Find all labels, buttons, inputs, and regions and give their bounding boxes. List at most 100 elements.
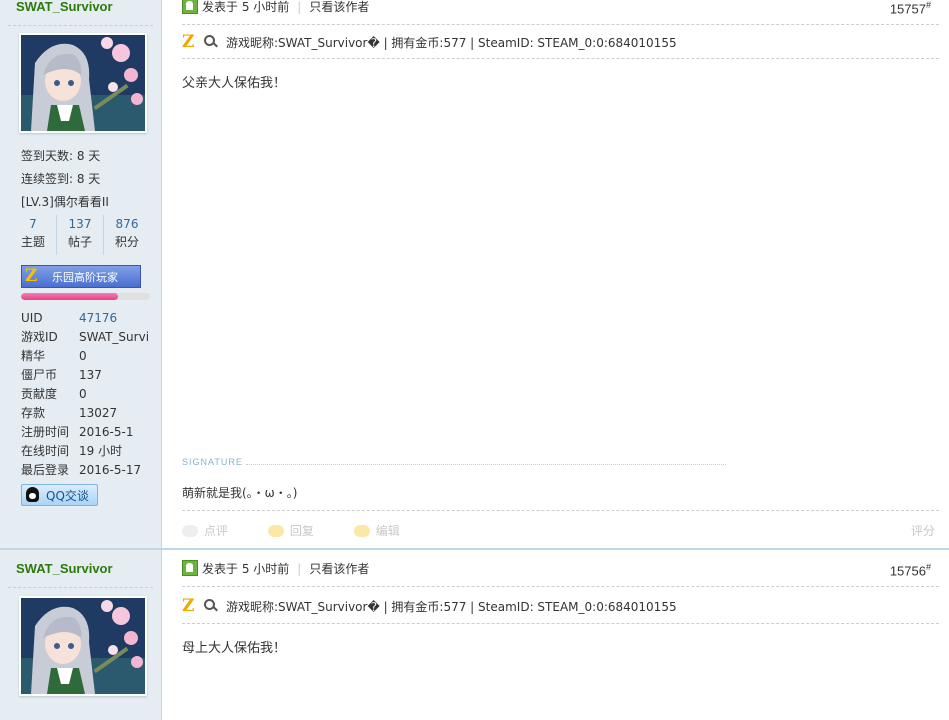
floor-number[interactable]: 15756#: [890, 562, 931, 578]
detail-row: 贡献度 0: [21, 385, 149, 404]
post: SWAT_Survivor 发表于 5 小时前 | 只看该作者 15756# Z…: [0, 550, 949, 720]
author-sidebar: SWAT_Survivor 签到天数: 8 天 连续签到: 8 天 [LV.3]…: [0, 0, 162, 548]
count-threads-value: 7: [29, 217, 37, 231]
post-content: 父亲大人保佑我！: [182, 76, 287, 91]
user-counts: 7 主题 137 帖子 876 积分: [10, 215, 150, 255]
posted-time: 发表于 5 小时前: [202, 0, 290, 14]
avatar-image: [21, 598, 145, 694]
detail-key: 贡献度: [21, 387, 58, 401]
detail-value: 0: [79, 387, 87, 401]
detail-row: 存款 13027: [21, 404, 149, 423]
game-info-text: 游戏昵称:SWAT_Survivor� | 拥有金币:577 | SteamID…: [226, 600, 677, 614]
count-points[interactable]: 876 积分: [104, 215, 150, 255]
rate-button[interactable]: 评分: [911, 522, 935, 539]
detail-key: 注册时间: [21, 425, 70, 439]
floor-number[interactable]: 15757#: [890, 0, 931, 16]
divider: [182, 586, 939, 587]
edit-label: 编辑: [375, 524, 400, 538]
count-threads[interactable]: 7 主题: [10, 215, 57, 255]
user-details: UID 47176 游戏ID SWAT_Survi 精华 0 僵尸币 137 贡献度 0 …: [21, 309, 149, 480]
separator: |: [297, 0, 302, 14]
pencil-icon: [353, 525, 370, 537]
detail-value: 19 小时: [79, 444, 123, 458]
post-content: 母上大人保佑我！: [182, 641, 287, 656]
detail-row: 僵尸币 137: [21, 366, 149, 385]
avatar[interactable]: [19, 596, 147, 696]
medal-label: 乐园高阶玩家: [52, 271, 118, 284]
avatar-image: [21, 35, 145, 131]
detail-row: 精华 0: [21, 347, 149, 366]
signature-title: SIGNATURE: [182, 457, 243, 467]
avatar[interactable]: [19, 33, 147, 133]
divider: [8, 587, 153, 588]
edit-action[interactable]: 编辑: [353, 524, 418, 538]
detail-key: 最后登录: [21, 463, 70, 477]
detail-uid-value[interactable]: 47176: [79, 311, 117, 325]
detail-key: 僵尸币: [21, 368, 58, 382]
author-username-link[interactable]: SWAT_Survivor: [16, 0, 113, 14]
posted-time: 发表于 5 小时前: [202, 562, 290, 576]
author-username-link[interactable]: SWAT_Survivor: [16, 561, 113, 576]
user-level[interactable]: [LV.3]偶尔看看II: [21, 193, 109, 210]
detail-value: 13027: [79, 406, 118, 420]
divider: [182, 58, 939, 59]
author-sidebar: SWAT_Survivor: [0, 550, 162, 720]
detail-key: UID: [21, 311, 43, 325]
detail-key: 在线时间: [21, 444, 70, 458]
detail-row: 游戏ID SWAT_Survi: [21, 328, 149, 347]
divider: [8, 25, 153, 26]
search-icon[interactable]: [204, 35, 218, 49]
z-logo-icon: Z: [182, 32, 195, 52]
signature-divider: [246, 464, 726, 465]
detail-key: 精华: [21, 349, 46, 363]
detail-key: 游戏ID: [21, 330, 58, 344]
detail-value: 137: [79, 368, 102, 382]
detail-row: 在线时间 19 小时: [21, 442, 149, 461]
floor-mark: #: [925, 0, 931, 10]
divider: [182, 510, 939, 511]
reply-action[interactable]: 回复: [267, 524, 332, 538]
game-info-line: Z 游戏昵称:SWAT_Survivor� | 拥有金币:577 | SteamI…: [182, 31, 677, 53]
floor-number-value: 15756: [889, 563, 926, 579]
detail-key: 存款: [21, 406, 46, 420]
author-only-link[interactable]: 只看该作者: [309, 0, 369, 14]
game-info-line: Z 游戏昵称:SWAT_Survivor� | 拥有金币:577 | SteamI…: [182, 595, 677, 617]
medal-badge[interactable]: Z 乐园高阶玩家: [21, 265, 141, 288]
post-actions: 点评 回复 编辑: [182, 522, 436, 539]
online-user-icon: [182, 0, 198, 14]
level-progress-bar: [21, 293, 150, 300]
divider: [182, 623, 939, 624]
count-points-value: 876: [115, 217, 139, 231]
search-icon[interactable]: [204, 599, 218, 613]
floor-mark: #: [925, 562, 931, 572]
count-posts-label: 帖子: [67, 235, 92, 249]
detail-value: SWAT_Survi: [79, 330, 150, 344]
post-body: 发表于 5 小时前 | 只看该作者 15756# Z 游戏昵称:SWAT_Surviv…: [162, 550, 949, 720]
z-logo-icon: Z: [25, 266, 38, 286]
online-user-icon: [182, 560, 198, 576]
count-posts[interactable]: 137 帖子: [57, 215, 104, 255]
detail-value: 2016-5-17: [79, 463, 142, 477]
comment-icon: [182, 525, 198, 537]
qq-chat-button[interactable]: QQ交谈: [21, 484, 98, 506]
divider: [182, 24, 939, 25]
game-info-text: 游戏昵称:SWAT_Survivor� | 拥有金币:577 | SteamID…: [226, 36, 677, 50]
detail-value: 2016-5-1: [79, 425, 134, 439]
post-body: 发表于 5 小时前 | 只看该作者 15757# Z 游戏昵称:SWAT_Surviv…: [162, 0, 949, 548]
author-only-link[interactable]: 只看该作者: [309, 562, 369, 576]
reply-label: 回复: [289, 524, 314, 538]
post-info-bar: 发表于 5 小时前 | 只看该作者: [182, 0, 369, 17]
detail-value: 0: [79, 349, 87, 363]
comment-label: 点评: [204, 524, 229, 538]
post-info-bar: 发表于 5 小时前 | 只看该作者: [182, 559, 369, 579]
detail-row: UID 47176: [21, 309, 149, 328]
signin-days: 签到天数: 8 天: [21, 149, 101, 163]
z-logo-icon: Z: [182, 596, 195, 616]
comment-action[interactable]: 点评: [182, 524, 246, 538]
floor-number-value: 15757: [889, 1, 926, 17]
count-threads-label: 主题: [20, 235, 45, 249]
detail-row: 最后登录 2016-5-17: [21, 461, 149, 480]
signature-text: 萌新就是我(。・ω・。): [182, 486, 298, 500]
level-progress-fill: [21, 293, 118, 300]
qq-penguin-icon: [26, 487, 39, 502]
